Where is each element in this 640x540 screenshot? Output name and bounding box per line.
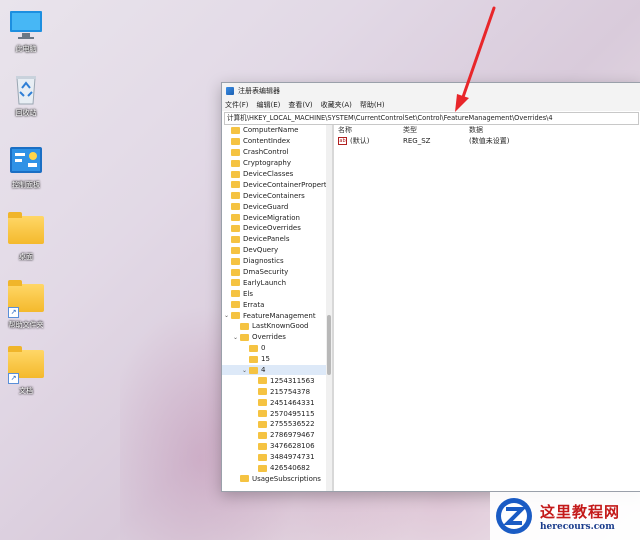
annotation-arrow: [455, 6, 496, 112]
watermark: 这里教程网 herecours.com: [490, 492, 640, 540]
watermark-logo-icon: [494, 496, 534, 536]
watermark-url: herecours.com: [540, 521, 615, 532]
watermark-title: 这里教程网: [540, 502, 621, 521]
